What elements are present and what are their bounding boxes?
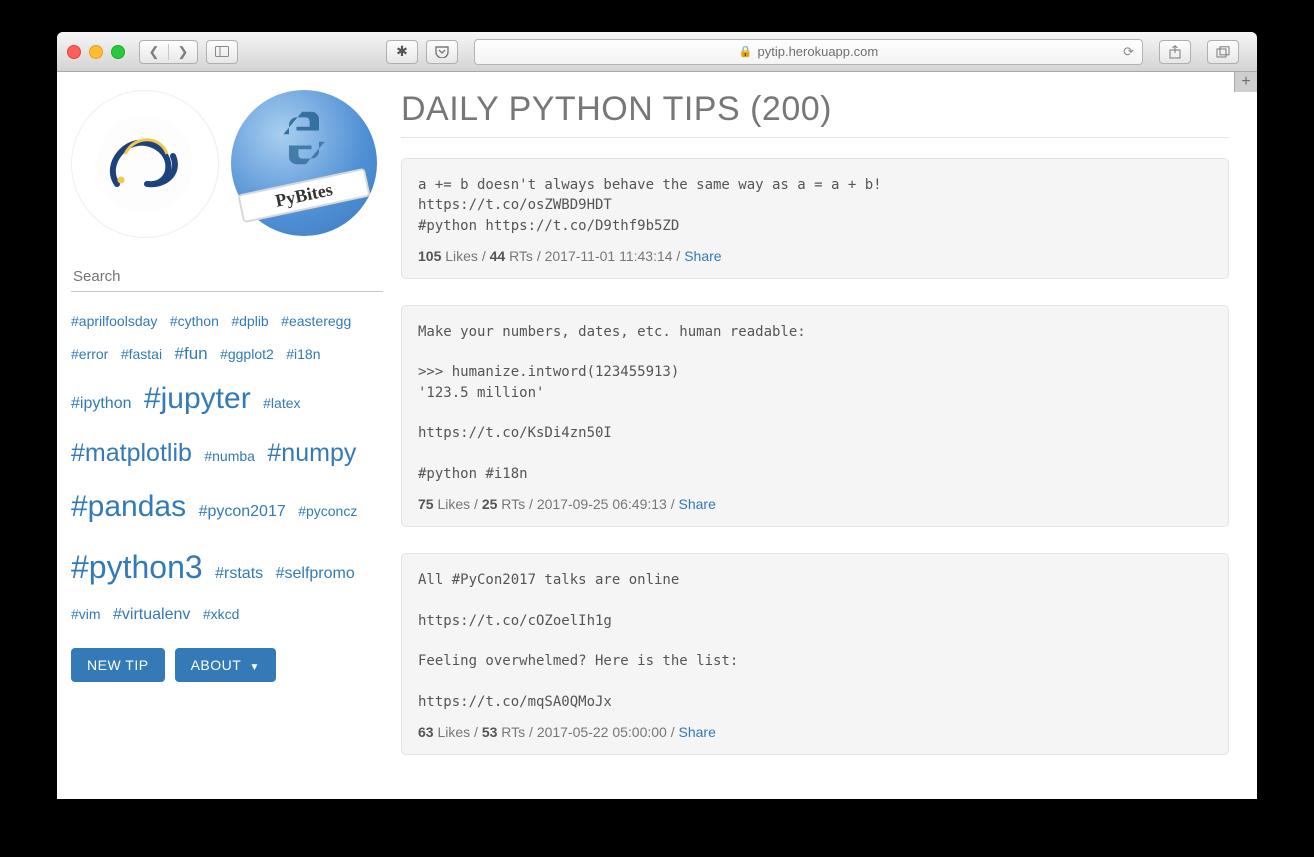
sidebar-icon — [215, 46, 229, 57]
pybites-logo: PyBites — [231, 90, 377, 236]
pybites-ribbon: PyBites — [237, 168, 370, 223]
url-host: pytip.herokuapp.com — [758, 44, 879, 59]
tag-xkcd[interactable]: #xkcd — [203, 601, 240, 628]
tag-matplotlib[interactable]: #matplotlib — [71, 429, 192, 478]
share-button[interactable] — [1159, 40, 1191, 64]
sidebar-toggle-button[interactable] — [206, 40, 238, 64]
share-link[interactable]: Share — [679, 724, 716, 740]
rts-count: 44 — [490, 248, 506, 264]
new-tab-button[interactable]: + — [1234, 71, 1257, 92]
tag-fun[interactable]: #fun — [175, 337, 208, 370]
logos-row: PyBites — [71, 90, 379, 238]
pocket-ext-button[interactable] — [426, 40, 458, 64]
tips-list: a += b doesn't always behave the same wa… — [401, 158, 1229, 755]
forward-icon[interactable]: ❯ — [168, 44, 197, 60]
rts-count: 53 — [482, 724, 498, 740]
likes-count: 75 — [418, 496, 434, 512]
address-bar[interactable]: 🔒 pytip.herokuapp.com ⟳ — [474, 39, 1143, 65]
page-content: PyBites #aprilfoolsday #cython #dplib #e… — [57, 72, 1257, 799]
page-title: DAILY PYTHON TIPS (200) — [401, 90, 1229, 129]
python-icon — [274, 108, 334, 168]
tip-card: Make your numbers, dates, etc. human rea… — [401, 305, 1229, 527]
tag-ipython[interactable]: #ipython — [71, 388, 132, 419]
tag-pycon2017[interactable]: #pycon2017 — [199, 496, 286, 527]
tip-text: All #PyCon2017 talks are online https://… — [418, 570, 1212, 712]
browser-chrome: ❮ ❯ ✱ 🔒 pytip.herokuapp.com ⟳ — [57, 32, 1257, 72]
tip-timestamp: 2017-11-01 11:43:14 — [545, 248, 673, 264]
traffic-lights — [67, 45, 125, 59]
tag-cython[interactable]: #cython — [170, 308, 219, 335]
browser-window: ❮ ❯ ✱ 🔒 pytip.herokuapp.com ⟳ — [57, 32, 1257, 799]
likes-count: 105 — [418, 248, 441, 264]
minimize-window-dot[interactable] — [89, 45, 103, 59]
tip-timestamp: 2017-09-25 06:49:13 — [537, 496, 667, 512]
lock-icon: 🔒 — [739, 45, 753, 58]
pocket-icon — [435, 46, 449, 58]
snake-icon — [95, 114, 195, 214]
evernote-ext-button[interactable]: ✱ — [386, 40, 418, 64]
tag-python3[interactable]: #python3 — [71, 536, 203, 598]
about-dropdown-button[interactable]: ABOUT ▼ — [175, 648, 276, 682]
search-input[interactable] — [71, 262, 383, 292]
rts-count: 25 — [482, 496, 498, 512]
tip-timestamp: 2017-05-22 05:00:00 — [537, 724, 667, 740]
tabs-icon — [1216, 46, 1230, 58]
new-tip-button[interactable]: NEW TIP — [71, 648, 165, 682]
tip-card: a += b doesn't always behave the same wa… — [401, 158, 1229, 279]
tag-numba[interactable]: #numba — [204, 443, 255, 470]
tag-error[interactable]: #error — [71, 341, 108, 368]
tip-meta: 105 Likes / 44 RTs / 2017-11-01 11:43:14… — [418, 248, 1212, 264]
tag-virtualenv[interactable]: #virtualenv — [113, 599, 190, 630]
tag-dplib[interactable]: #dplib — [231, 308, 268, 335]
tag-fastai[interactable]: #fastai — [121, 341, 162, 368]
tag-pandas[interactable]: #pandas — [71, 478, 186, 537]
python-tips-logo — [71, 90, 219, 238]
tag-rstats[interactable]: #rstats — [215, 558, 263, 589]
refresh-icon[interactable]: ⟳ — [1123, 44, 1134, 60]
tip-meta: 75 Likes / 25 RTs / 2017-09-25 06:49:13 … — [418, 496, 1212, 512]
tag-i18n[interactable]: #i18n — [286, 341, 320, 368]
tip-text: a += b doesn't always behave the same wa… — [418, 175, 1212, 236]
close-window-dot[interactable] — [67, 45, 81, 59]
tag-easteregg[interactable]: #easteregg — [281, 308, 351, 335]
back-icon[interactable]: ❮ — [140, 44, 168, 60]
zoom-window-dot[interactable] — [111, 45, 125, 59]
tag-jupyter[interactable]: #jupyter — [144, 370, 251, 429]
tag-selfpromo[interactable]: #selfpromo — [276, 558, 355, 589]
evernote-icon: ✱ — [396, 43, 408, 60]
tip-meta: 63 Likes / 53 RTs / 2017-05-22 05:00:00 … — [418, 724, 1212, 740]
share-link[interactable]: Share — [684, 248, 721, 264]
nav-back-forward[interactable]: ❮ ❯ — [139, 40, 198, 64]
tip-text: Make your numbers, dates, etc. human rea… — [418, 322, 1212, 484]
tag-numpy[interactable]: #numpy — [267, 429, 356, 478]
share-link[interactable]: Share — [679, 496, 716, 512]
tag-vim[interactable]: #vim — [71, 601, 101, 628]
tag-pyconcz[interactable]: #pyconcz — [298, 498, 357, 525]
share-icon — [1169, 45, 1181, 59]
sidebar: PyBites #aprilfoolsday #cython #dplib #e… — [57, 72, 393, 799]
tip-card: All #PyCon2017 talks are online https://… — [401, 553, 1229, 755]
about-label: ABOUT — [191, 657, 241, 673]
tag-latex[interactable]: #latex — [263, 390, 300, 417]
tabs-button[interactable] — [1207, 40, 1239, 64]
main-panel: DAILY PYTHON TIPS (200) a += b doesn't a… — [393, 72, 1257, 799]
likes-count: 63 — [418, 724, 434, 740]
title-rule — [401, 137, 1229, 138]
tag-ggplot2[interactable]: #ggplot2 — [220, 341, 274, 368]
caret-down-icon: ▼ — [249, 662, 259, 673]
tag-cloud: #aprilfoolsday #cython #dplib #easteregg… — [71, 306, 379, 630]
tag-aprilfoolsday[interactable]: #aprilfoolsday — [71, 308, 157, 335]
